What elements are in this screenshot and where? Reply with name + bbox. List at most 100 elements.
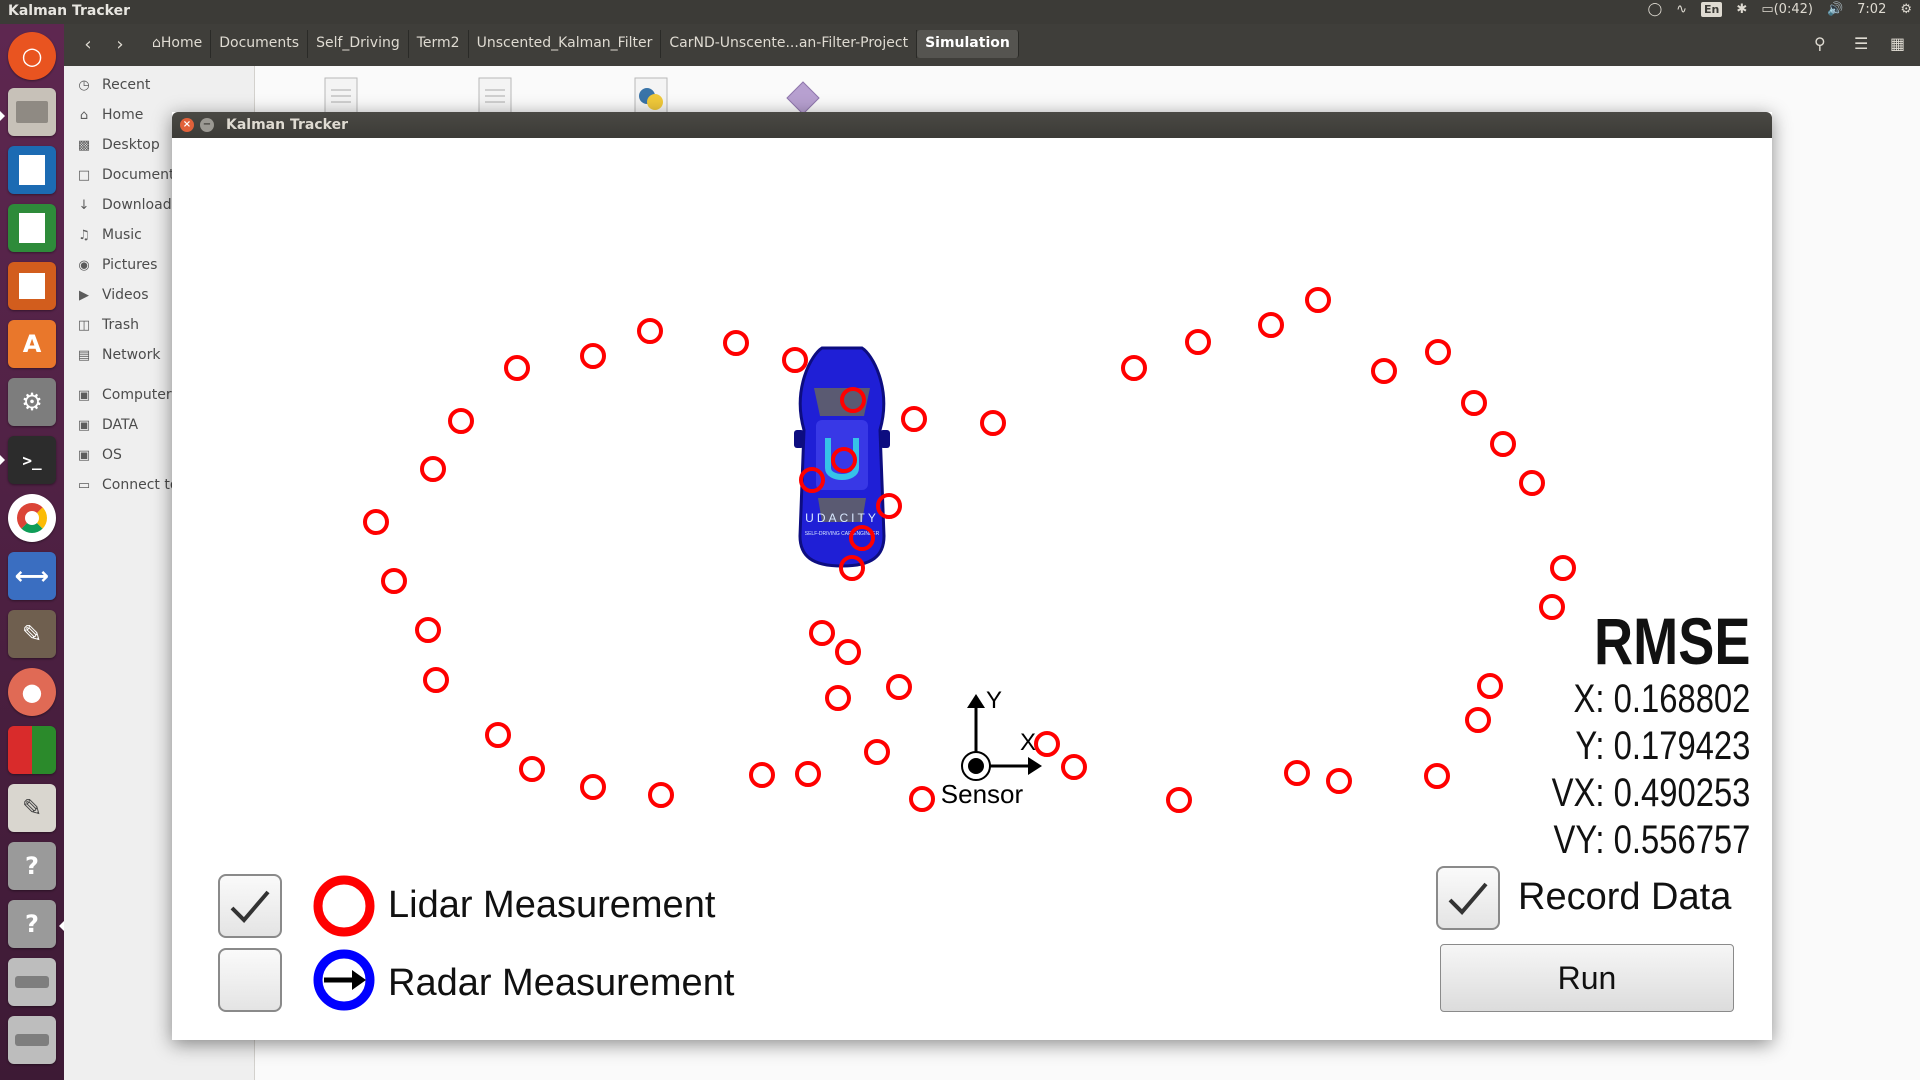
gimp-icon[interactable]: ✎: [8, 610, 56, 658]
sidebar-item-documents[interactable]: □ Document: [76, 164, 175, 186]
car-logo-text: UDACITY: [805, 511, 879, 525]
grid-view-icon[interactable]: ▦: [1890, 34, 1905, 53]
list-view-icon[interactable]: ☰: [1854, 34, 1868, 53]
lidar-checkbox[interactable]: [218, 874, 282, 938]
unknown-app-icon[interactable]: ?: [8, 900, 56, 948]
sidebar-item-computer[interactable]: ▣ Computer: [76, 384, 172, 406]
lidar-label: Lidar Measurement: [388, 884, 716, 926]
lidar-measurement-marker: [1121, 355, 1147, 381]
run-button[interactable]: Run: [1440, 944, 1734, 1012]
download-icon: ↓: [78, 197, 90, 213]
lidar-measurement-marker: [423, 667, 449, 693]
idea-icon[interactable]: ●: [8, 668, 56, 716]
sidebar-item-music[interactable]: ♫ Music: [76, 224, 142, 246]
drive-icon: ▣: [77, 447, 91, 463]
lidar-measurement-marker: [980, 410, 1006, 436]
system-settings-icon[interactable]: ⚙: [8, 378, 56, 426]
drive-icon: ▣: [77, 387, 91, 403]
forward-button[interactable]: ›: [108, 34, 132, 55]
terminal-icon[interactable]: >_: [8, 436, 56, 484]
sidebar-item-desktop[interactable]: ▩ Desktop: [76, 134, 160, 156]
unknown-app-icon[interactable]: ?: [8, 842, 56, 890]
clock[interactable]: 7:02: [1857, 2, 1886, 17]
files-icon[interactable]: [8, 88, 56, 136]
app-grid-icon[interactable]: [8, 726, 56, 774]
lidar-measurement-marker: [723, 330, 749, 356]
lidar-measurement-marker: [1061, 754, 1087, 780]
lidar-measurement-marker: [749, 762, 775, 788]
breadcrumb-current[interactable]: Simulation: [917, 30, 1019, 58]
bluetooth-icon[interactable]: ✱: [1736, 2, 1747, 17]
lidar-measurement-marker: [782, 347, 808, 373]
lidar-measurement-marker: [1550, 555, 1576, 581]
ubuntu-dash-icon[interactable]: ○: [8, 32, 56, 80]
breadcrumb-home[interactable]: ⌂Home: [144, 30, 212, 58]
radar-label: Radar Measurement: [388, 962, 735, 1004]
sidebar-item-pictures[interactable]: ◉ Pictures: [76, 254, 157, 276]
simulator-titlebar[interactable]: × − Kalman Tracker: [172, 112, 1772, 138]
lidar-measurement-marker: [886, 674, 912, 700]
home-icon: ⌂: [79, 107, 89, 123]
camera-icon: ◉: [78, 257, 90, 273]
music-icon: ♫: [78, 227, 90, 243]
simulation-canvas: UDACITY SELF-DRIVING CAR ENGINEER X Y Se…: [172, 138, 1772, 1040]
lidar-measurement-marker: [1284, 760, 1310, 786]
minimize-window-button[interactable]: −: [200, 118, 214, 132]
sidebar-item-connect-to-server[interactable]: ▭ Connect to: [76, 474, 179, 496]
battery-indicator[interactable]: ▭(0:42): [1761, 2, 1813, 17]
wifi-icon[interactable]: ∿: [1676, 2, 1687, 17]
breadcrumb-item[interactable]: Term2: [409, 30, 469, 58]
breadcrumb-item[interactable]: Unscented_Kalman_Filter: [469, 30, 662, 58]
lidar-measurement-marker: [1519, 470, 1545, 496]
lidar-measurement-marker: [1326, 768, 1352, 794]
volume-icon[interactable]: 🔊: [1827, 2, 1843, 17]
radar-legend-icon: [313, 949, 375, 1011]
drive-icon[interactable]: [8, 1016, 56, 1064]
lidar-measurement-marker: [901, 406, 927, 432]
checkmark-icon: [1448, 882, 1488, 915]
search-icon[interactable]: ⚲: [1814, 34, 1826, 53]
software-center-icon[interactable]: A: [8, 320, 56, 368]
sidebar-item-network[interactable]: ▤ Network: [76, 344, 161, 366]
chrome-icon[interactable]: [8, 494, 56, 542]
lidar-measurement-marker: [1305, 287, 1331, 313]
sidebar-item-recent[interactable]: ◷ Recent: [76, 74, 150, 96]
breadcrumb-item[interactable]: Documents: [211, 30, 309, 58]
record-data-checkbox[interactable]: [1436, 866, 1500, 930]
lidar-measurement-marker: [1477, 673, 1503, 699]
writer-icon[interactable]: [8, 146, 56, 194]
impress-icon[interactable]: [8, 262, 56, 310]
lidar-measurement-marker: [648, 782, 674, 808]
vscode-icon[interactable]: ⟷: [8, 552, 56, 600]
lidar-measurement-marker: [363, 509, 389, 535]
keyboard-layout-indicator[interactable]: En: [1701, 2, 1723, 17]
x-axis-arrow: [1028, 757, 1042, 775]
sidebar-item-downloads[interactable]: ↓ Download: [76, 194, 172, 216]
drive-icon: ▣: [77, 417, 91, 433]
bulb-icon[interactable]: ◯: [1648, 2, 1663, 17]
lidar-measurement-marker: [1461, 390, 1487, 416]
sidebar-item-os[interactable]: ▣ OS: [76, 444, 122, 466]
lidar-measurement-marker: [580, 774, 606, 800]
indicator-area: ◯ ∿ En ✱ ▭(0:42) 🔊 7:02 ⚙: [1648, 2, 1912, 17]
close-window-button[interactable]: ×: [180, 118, 194, 132]
clock-icon: ◷: [78, 77, 90, 93]
run-button-label: Run: [1557, 959, 1617, 996]
lidar-measurement-marker: [504, 355, 530, 381]
back-button[interactable]: ‹: [76, 34, 100, 55]
top-panel: Kalman Tracker ◯ ∿ En ✱ ▭(0:42) 🔊 7:02 ⚙: [0, 0, 1920, 24]
sidebar-item-data[interactable]: ▣ DATA: [76, 414, 138, 436]
sidebar-item-home[interactable]: ⌂ Home: [76, 104, 143, 126]
radar-checkbox[interactable]: [218, 948, 282, 1012]
text-editor-icon[interactable]: ✎: [8, 784, 56, 832]
sidebar-item-trash[interactable]: ◫ Trash: [76, 314, 139, 336]
power-gear-icon[interactable]: ⚙: [1900, 2, 1912, 17]
calc-icon[interactable]: [8, 204, 56, 252]
lidar-measurement-marker: [1424, 763, 1450, 789]
drive-icon[interactable]: [8, 958, 56, 1006]
breadcrumb-item[interactable]: Self_Driving: [308, 30, 409, 58]
breadcrumb-item[interactable]: CarND-Unscente...an-Filter-Project: [661, 30, 918, 58]
server-icon: ▭: [77, 477, 91, 493]
rmse-vy: VY: 0.556757: [1553, 818, 1750, 862]
sidebar-item-videos[interactable]: ▶ Videos: [76, 284, 149, 306]
